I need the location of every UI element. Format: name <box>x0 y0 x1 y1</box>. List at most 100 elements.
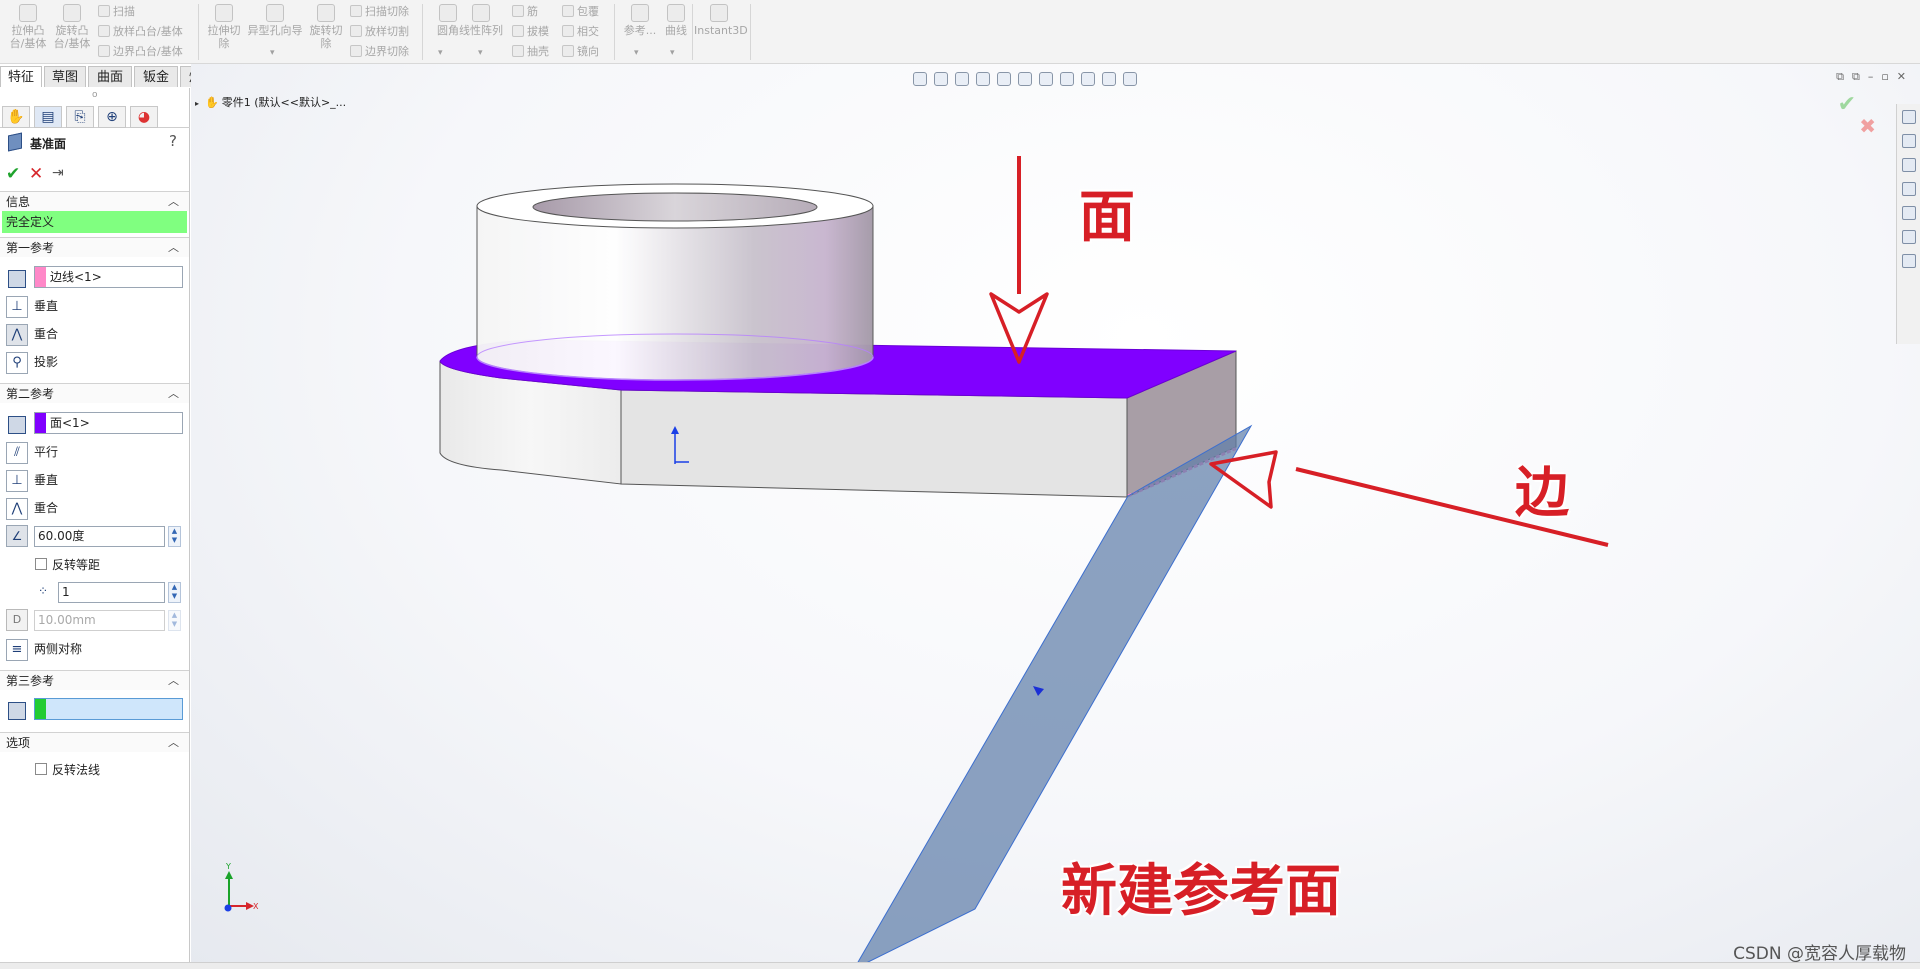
flip-normal-checkbox[interactable] <box>35 763 47 775</box>
shell-button[interactable]: 抽壳 <box>512 43 549 61</box>
annotation-arrow-face <box>989 156 1049 364</box>
third-reference-color-swatch <box>35 699 46 719</box>
third-reference-selection-box[interactable] <box>34 698 183 720</box>
second-ref-parallel-option[interactable]: ⫽ 平行 <box>6 440 58 464</box>
second-ref-coincident-option[interactable]: ⋀ 重合 <box>6 496 58 520</box>
flip-offset-checkbox[interactable] <box>35 558 47 570</box>
lofted-cut-icon <box>350 25 362 37</box>
ok-check-icon[interactable]: ✔ <box>6 164 20 184</box>
configuration-manager-tab-icon[interactable]: ⎘ <box>66 106 94 128</box>
revolve-boss-button[interactable]: 旋转凸 台/基体 <box>50 4 94 50</box>
second-reference-header[interactable]: 第二参考 ︿ <box>0 383 189 403</box>
feature-manager-tab-icon[interactable]: ✋ <box>2 106 30 128</box>
annotation-edge-label: 边 <box>1515 461 1569 524</box>
mirror-button[interactable]: 镜向 <box>562 43 599 61</box>
info-section-header[interactable]: 信息 ︿ <box>0 191 189 211</box>
model-view[interactable] <box>191 64 1920 969</box>
distance-input[interactable]: 10.00mm <box>34 610 165 631</box>
angle-spinner[interactable]: ▲ ▼ <box>168 526 181 547</box>
mid-plane-option[interactable]: ≡ 两侧对称 <box>6 637 82 661</box>
instance-count-input[interactable]: 1 <box>58 582 165 603</box>
tab-features[interactable]: 特征 <box>0 66 42 87</box>
second-ref-perpendicular-option[interactable]: ⊥ 垂直 <box>6 468 58 492</box>
watermark: CSDN @宽容人厚载物 <box>1733 944 1906 964</box>
rib-button[interactable]: 筋 <box>512 3 538 21</box>
boundary-icon <box>98 45 110 57</box>
reference-geometry-icon <box>631 4 649 22</box>
plane-property-manager: o ✋ ▤ ⎘ ⊕ ◕ 基准面 ? ✔ ✕ ⇥ 信息 ︿ 完全定义 第一参考 ︿ 边… <box>0 88 190 969</box>
panel-splitter-handle[interactable]: o <box>92 90 98 100</box>
linear-pattern-button[interactable]: 线性阵列 <box>458 4 504 37</box>
cancel-x-icon[interactable]: ✕ <box>29 164 43 184</box>
intersect-button[interactable]: 相交 <box>562 23 599 41</box>
pin-icon[interactable]: ⇥ <box>52 165 64 181</box>
hole-wizard-button[interactable]: 异型孔向导 <box>246 4 304 37</box>
rib-icon <box>512 5 524 17</box>
first-reference-selection-box[interactable]: 边线<1> <box>34 266 183 288</box>
lofted-cut-button[interactable]: 放样切割 <box>350 23 409 41</box>
distance-spinner[interactable]: ▲ ▼ <box>168 610 181 631</box>
fillet-icon <box>439 4 457 22</box>
draft-button[interactable]: 拔模 <box>512 23 549 41</box>
mid-plane-icon: ≡ <box>6 638 28 661</box>
swept-cut-button[interactable]: 扫描切除 <box>350 3 409 21</box>
instant3d-button[interactable]: Instant3D <box>694 4 748 37</box>
hole-wizard-dropdown[interactable]: ▾ <box>270 48 275 58</box>
revolve-cut-button[interactable]: 旋转切 除 <box>304 4 348 50</box>
triad-x-label: X <box>253 902 259 911</box>
tab-sketch[interactable]: 草图 <box>44 66 86 87</box>
sweep-icon <box>98 5 110 17</box>
linear-pattern-dropdown[interactable]: ▾ <box>478 48 483 58</box>
revolve-cut-icon <box>317 4 335 22</box>
annotation-new-plane-label: 新建参考面 <box>1061 859 1341 924</box>
first-ref-project-option[interactable]: ⚲ 投影 <box>6 350 58 374</box>
ribbon-divider <box>198 4 199 60</box>
swept-cut-icon <box>350 5 362 17</box>
first-ref-coincident-option[interactable]: ⋀ 重合 <box>6 322 58 346</box>
model-tabs-bar <box>0 962 1920 969</box>
extrude-boss-button[interactable]: 拉伸凸 台/基体 <box>6 4 50 50</box>
sweep-button[interactable]: 扫描 <box>98 3 135 21</box>
info-status-message: 完全定义 <box>2 211 187 233</box>
extrude-cut-icon <box>215 4 233 22</box>
curves-icon <box>667 4 685 22</box>
boundary-cut-icon <box>350 45 362 57</box>
graphics-area[interactable]: ▸ ✋ 零件1 (默认<<默认>_... ⧉⧉–▫✕ ✔ ✖ 面 边 新建参考面… <box>191 64 1920 969</box>
count-spinner[interactable]: ▲ ▼ <box>168 582 181 603</box>
property-manager-tab-icon[interactable]: ▤ <box>34 106 62 128</box>
linear-pattern-icon <box>472 4 490 22</box>
reference-geometry-dropdown[interactable]: ▾ <box>634 48 639 58</box>
boundary-boss-button[interactable]: 边界凸台/基体 <box>98 43 183 61</box>
extrude-cut-button[interactable]: 拉伸切 除 <box>202 4 246 50</box>
tab-sheet-metal[interactable]: 钣金 <box>134 66 178 87</box>
angle-input[interactable]: 60.00度 <box>34 526 165 547</box>
dimxpert-tab-icon[interactable]: ⊕ <box>98 106 126 128</box>
loft-icon <box>98 25 110 37</box>
boundary-cut-button[interactable]: 边界切除 <box>350 43 409 61</box>
panel-title: 基准面 <box>30 137 67 151</box>
collapse-chevron-icon: ︿ <box>168 387 179 400</box>
command-manager-ribbon: 拉伸凸 台/基体 旋转凸 台/基体 扫描 放样凸台/基体 边界凸台/基体 拉伸切… <box>0 0 1920 64</box>
help-button[interactable]: ? <box>169 132 177 150</box>
options-section-header[interactable]: 选项 ︿ <box>0 732 189 752</box>
revolve-icon <box>63 4 81 22</box>
cylinder-boss[interactable] <box>476 205 874 381</box>
first-ref-perpendicular-option[interactable]: ⊥ 垂直 <box>6 294 58 318</box>
collapse-chevron-icon: ︿ <box>168 195 179 208</box>
first-reference-header[interactable]: 第一参考 ︿ <box>0 237 189 257</box>
loft-boss-button[interactable]: 放样凸台/基体 <box>98 23 183 41</box>
shell-icon <box>512 45 524 57</box>
angle-icon[interactable]: ∠ <box>6 525 28 547</box>
display-manager-tab-icon[interactable]: ◕ <box>130 106 158 128</box>
base-front-face[interactable] <box>620 389 1128 498</box>
wrap-button[interactable]: 包覆 <box>562 3 599 21</box>
extrude-icon <box>19 4 37 22</box>
curves-dropdown[interactable]: ▾ <box>670 48 675 58</box>
cylinder-inner-hole[interactable] <box>532 192 818 222</box>
collapse-chevron-icon: ︿ <box>168 736 179 749</box>
fillet-dropdown[interactable]: ▾ <box>438 48 443 58</box>
second-reference-selection-box[interactable]: 面<1> <box>34 412 183 434</box>
ribbon-divider <box>614 4 615 60</box>
tab-surfaces[interactable]: 曲面 <box>88 66 132 87</box>
third-reference-header[interactable]: 第三参考 ︿ <box>0 670 189 690</box>
